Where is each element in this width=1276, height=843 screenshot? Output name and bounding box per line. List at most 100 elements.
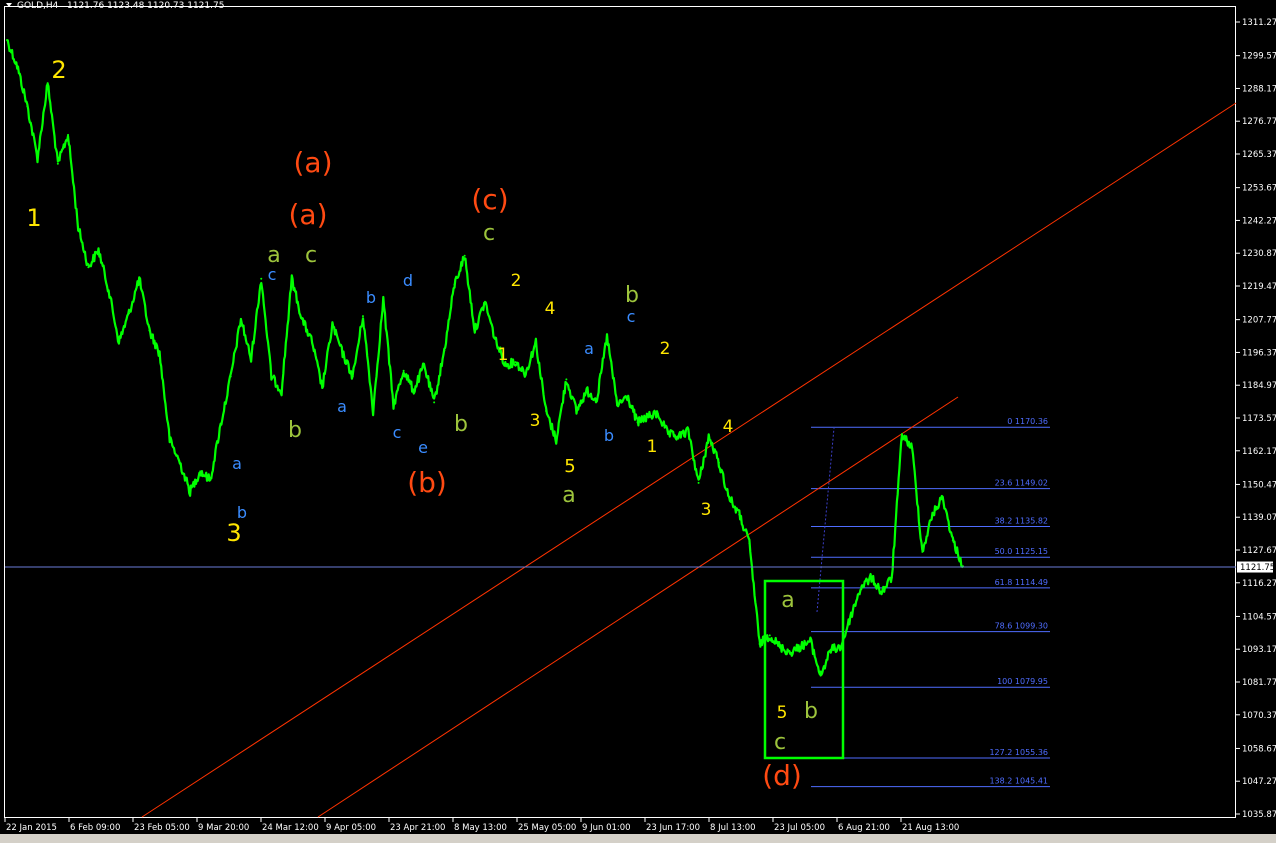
price-point [707,435,710,438]
price-point [860,585,863,588]
y-tick-label: 1081.77 [1242,678,1276,688]
price-point [250,358,253,361]
price-point [107,289,110,292]
wave-label: 3 [701,500,712,520]
price-point [931,513,934,516]
price-point [56,162,59,165]
price-point [331,323,334,326]
price-point [748,542,751,545]
price-point [738,513,741,516]
wave-label: c [268,265,277,284]
wave-label: c [305,243,317,268]
x-tick-label: 25 May 05:00 [518,823,576,833]
price-chart[interactable]: GOLD,H4 1121.76 1123.48 1120.73 1121.75 … [0,0,1276,843]
price-point [422,363,425,366]
price-point [168,438,171,441]
price-point [77,225,80,228]
y-tick-label: 1242.27 [1242,216,1276,226]
price-point [97,248,100,251]
price-point [260,277,263,280]
wave-label: 4 [545,299,556,319]
wave-label: 2 [511,271,522,291]
wave-label: 1 [647,437,658,457]
price-point [829,648,832,651]
y-tick-label: 1253.67 [1242,184,1276,194]
chart-symbol: GOLD,H4 [17,1,59,11]
y-tick-label: 1127.67 [1242,546,1276,556]
price-point [758,642,761,645]
wave-label: a [584,339,594,358]
price-point [728,496,731,499]
x-tick-label: 6 Aug 21:00 [838,823,890,833]
wave-label: a [781,588,794,613]
price-point [606,335,609,338]
y-tick-label: 1058.67 [1242,744,1276,754]
price-point [524,372,527,375]
x-tick-label: 22 Jan 2015 [6,823,57,833]
price-point [921,550,924,553]
price-point [321,387,324,390]
price-point [677,435,680,438]
y-tick-label: 1196.37 [1242,348,1276,358]
price-point [158,352,161,355]
price-point [626,395,629,398]
price-point [656,412,659,415]
price-point [880,591,883,594]
price-point [900,433,903,436]
y-tick-label: 1116.27 [1242,579,1276,589]
wave-label: a [562,483,575,508]
price-point [433,401,436,404]
price-point [911,447,914,450]
wave-label: (c) [471,183,508,216]
wave-label: c [483,221,495,246]
wave-label: (b) [407,466,447,499]
price-point [514,361,517,364]
price-point [229,375,232,378]
price-point [809,640,812,643]
price-point [839,645,842,648]
fib-level-label: 23.6 1149.02 [995,479,1048,488]
price-point [667,433,670,436]
price-point [850,614,853,617]
y-tick-label: 1184.97 [1242,381,1276,391]
bottom-scrollbar[interactable] [0,834,1276,843]
price-point [585,389,588,392]
price-point [67,133,70,136]
price-point [239,317,242,320]
y-tick-label: 1139.07 [1242,513,1276,523]
wave-label: b [454,412,468,437]
price-point [463,254,466,257]
y-tick-label: 1070.37 [1242,711,1276,721]
price-point [951,539,954,542]
price-point [300,317,303,320]
x-tick-label: 8 May 13:00 [454,823,507,833]
wave-label: c [393,423,402,442]
x-tick-label: 21 Aug 13:00 [902,823,959,833]
price-point [209,479,212,482]
wave-label: 2 [660,339,671,359]
wave-label: b [804,699,818,724]
wave-label: (a) [288,198,327,231]
y-tick-label: 1047.27 [1242,777,1276,787]
current-price-label: 1121.75 [1240,563,1275,573]
y-tick-label: 1265.37 [1242,150,1276,160]
wave-label: 3 [226,519,241,547]
wave-label: (a) [293,146,332,179]
y-tick-label: 1104.57 [1242,612,1276,622]
y-tick-label: 1173.57 [1242,414,1276,424]
price-point [575,410,578,413]
price-point [270,375,273,378]
price-point [412,389,415,392]
x-tick-label: 24 Mar 12:00 [262,823,319,833]
x-tick-label: 23 Apr 21:00 [390,823,445,833]
price-point [545,410,548,413]
price-point [941,496,944,499]
price-point [768,634,771,637]
fib-level-label: 38.2 1135.82 [995,517,1048,526]
wave-label: 1 [26,204,41,232]
price-point [870,576,873,579]
x-tick-label: 9 Apr 05:00 [326,823,376,833]
wave-label: b [604,426,614,445]
x-tick-label: 9 Mar 20:00 [198,823,249,833]
fib-level-label: 127.2 1055.36 [989,748,1048,757]
